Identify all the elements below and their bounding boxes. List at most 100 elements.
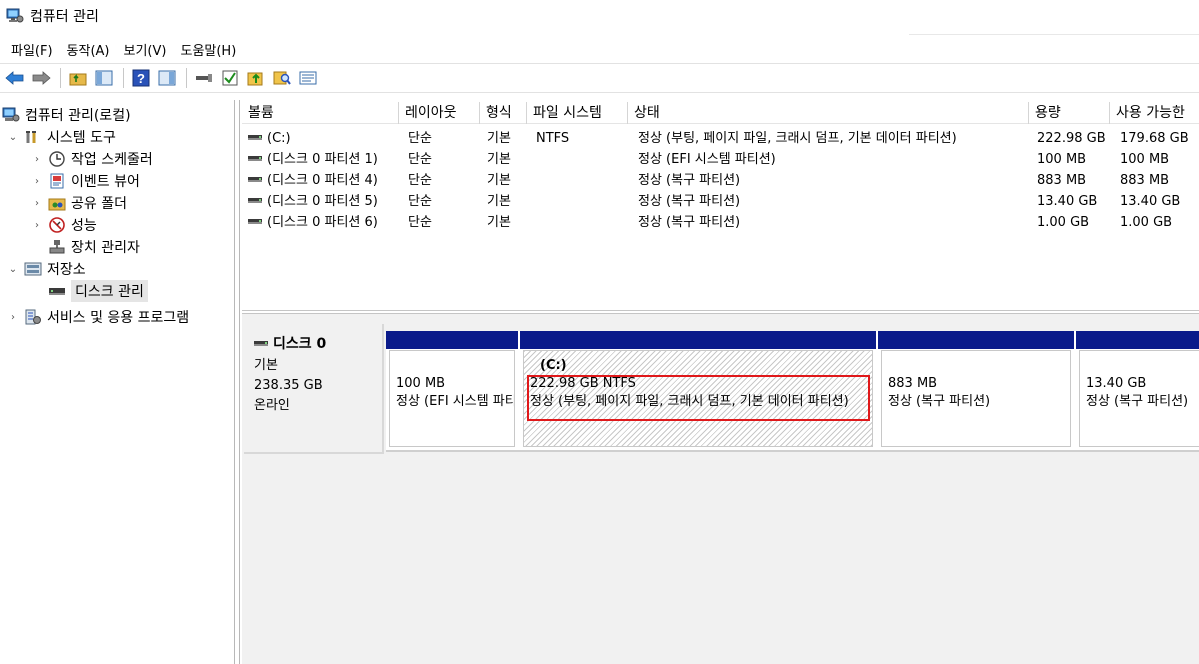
- table-row[interactable]: (디스크 0 파티션 4) 단순 기본 정상 (복구 파티션) 883 MB 8…: [242, 170, 1199, 191]
- type-cell: 기본: [487, 131, 511, 146]
- search-icon[interactable]: [271, 67, 293, 89]
- volume-icon: [248, 135, 262, 140]
- menu-divider: [909, 34, 1199, 35]
- capacity-cell: 1.00 GB: [1037, 215, 1090, 230]
- tree-label: 저장소: [47, 262, 86, 278]
- menu-action[interactable]: 동작(A): [60, 40, 117, 59]
- toolbar-separator: [60, 68, 61, 88]
- tree-item-task-scheduler[interactable]: › 작업 스케줄러: [30, 148, 153, 170]
- tree-item-device-manager[interactable]: 장치 관리자: [44, 236, 140, 258]
- up-folder-icon[interactable]: [67, 67, 89, 89]
- layout-cell: 단순: [408, 152, 432, 167]
- tree-label: 컴퓨터 관리(로컬): [25, 108, 131, 124]
- capacity-cell: 222.98 GB: [1037, 131, 1106, 146]
- chevron-right-icon[interactable]: ›: [30, 176, 44, 187]
- tree-item-disk-management[interactable]: 디스크 관리: [44, 280, 148, 302]
- tree-item-performance[interactable]: › 성능: [30, 214, 97, 236]
- free-space-cell: 179.68 GB: [1120, 131, 1189, 146]
- chevron-down-icon[interactable]: ⌄: [6, 132, 20, 143]
- volume-cell: (디스크 0 파티션 4): [248, 170, 378, 191]
- performance-icon: [48, 217, 66, 233]
- partition-name: (C:): [540, 358, 567, 373]
- tree-label: 성능: [71, 218, 97, 234]
- tree-item-computer-management[interactable]: 컴퓨터 관리(로컬): [2, 104, 131, 126]
- partition-efi[interactable]: 100 MB 정상 (EFI 시스템 파티션): [386, 331, 518, 452]
- forward-arrow-icon[interactable]: [30, 67, 52, 89]
- pane-splitter[interactable]: [234, 100, 240, 664]
- column-header-free-space[interactable]: 사용 가능한: [1110, 102, 1199, 124]
- partition-recovery-2[interactable]: 13.40 GB 정상 (복구 파티션): [1076, 331, 1199, 452]
- column-header-capacity[interactable]: 용량: [1029, 102, 1110, 124]
- shared-folder-icon: [48, 195, 66, 211]
- partition-status: 정상 (복구 파티션): [1086, 394, 1189, 409]
- chevron-down-icon[interactable]: ⌄: [6, 264, 20, 275]
- properties-icon[interactable]: [297, 67, 319, 89]
- title-bar: 컴퓨터 관리: [0, 0, 1199, 32]
- volume-icon: [248, 219, 262, 224]
- partition-body: 100 MB 정상 (EFI 시스템 파티션): [389, 350, 515, 447]
- table-row[interactable]: (디스크 0 파티션 1) 단순 기본 정상 (EFI 시스템 파티션) 100…: [242, 149, 1199, 170]
- column-header-file-system[interactable]: 파일 시스템: [527, 102, 628, 124]
- capacity-cell: 100 MB: [1037, 152, 1087, 167]
- show-hide-console-tree-icon[interactable]: [93, 67, 115, 89]
- chevron-right-icon[interactable]: ›: [30, 220, 44, 231]
- partition-size: 100 MB: [396, 376, 446, 391]
- column-header-layout[interactable]: 레이아웃: [399, 102, 480, 124]
- tree-item-storage[interactable]: ⌄ 저장소: [6, 258, 86, 280]
- up-arrow-icon[interactable]: [245, 67, 267, 89]
- tree-item-services-apps[interactable]: › 서비스 및 응용 프로그램: [6, 306, 189, 328]
- chevron-right-icon[interactable]: ›: [30, 154, 44, 165]
- chevron-right-icon[interactable]: ›: [30, 198, 44, 209]
- check-icon[interactable]: [219, 67, 241, 89]
- menu-file[interactable]: 파일(F): [4, 40, 60, 59]
- partition-header-bar: [520, 331, 876, 349]
- layout-cell: 단순: [408, 131, 432, 146]
- partition-header-bar: [878, 331, 1074, 349]
- column-header-type[interactable]: 형식: [480, 102, 527, 124]
- svg-text:?: ?: [137, 71, 145, 86]
- tree-label: 장치 관리자: [71, 240, 140, 256]
- tree-label: 시스템 도구: [47, 130, 116, 146]
- menu-help[interactable]: 도움말(H): [173, 40, 243, 59]
- computer-management-icon: [2, 107, 20, 123]
- menu-view[interactable]: 보기(V): [117, 40, 174, 59]
- column-header-status[interactable]: 상태: [628, 102, 1029, 124]
- disk-graph-view: 디스크 0 기본 238.35 GB 온라인 100 MB 정상 (EFI 시스…: [242, 314, 1199, 664]
- status-cell: 정상 (복구 파티션): [638, 215, 741, 230]
- type-cell: 기본: [487, 173, 511, 188]
- storage-icon: [24, 261, 42, 277]
- partition-status: 정상 (복구 파티션): [888, 394, 991, 409]
- tree-item-system-tools[interactable]: ⌄ 시스템 도구: [6, 126, 116, 148]
- table-row[interactable]: (디스크 0 파티션 5) 단순 기본 정상 (복구 파티션) 13.40 GB…: [242, 191, 1199, 212]
- partition-recovery-1[interactable]: 883 MB 정상 (복구 파티션): [878, 331, 1074, 452]
- device-manager-icon: [48, 239, 66, 255]
- disk-management-icon: [48, 283, 66, 299]
- column-header-volume[interactable]: 볼륨: [242, 102, 399, 124]
- tree-item-shared-folders[interactable]: › 공유 폴더: [30, 192, 127, 214]
- partition-body: 13.40 GB 정상 (복구 파티션): [1079, 350, 1199, 447]
- tree-item-event-viewer[interactable]: › 이벤트 뷰어: [30, 170, 140, 192]
- connect-icon[interactable]: [193, 67, 215, 89]
- capacity-cell: 13.40 GB: [1037, 194, 1098, 209]
- disk-status: 온라인: [254, 398, 290, 413]
- type-cell: 기본: [487, 215, 511, 230]
- show-hide-action-pane-icon[interactable]: [156, 67, 178, 89]
- chevron-right-icon[interactable]: ›: [6, 312, 20, 323]
- disk-management-view: 볼륨 레이아웃 형식 파일 시스템 상태 용량 사용 가능한 (C:) 단순 기…: [242, 100, 1199, 664]
- disk-name: 디스크 0: [254, 334, 372, 354]
- disk-0-label[interactable]: 디스크 0 기본 238.35 GB 온라인: [244, 324, 384, 454]
- layout-cell: 단순: [408, 215, 432, 230]
- type-cell: 기본: [487, 152, 511, 167]
- volume-icon: [248, 198, 262, 203]
- help-icon[interactable]: ?: [130, 67, 152, 89]
- partition-size: 13.40 GB: [1086, 376, 1147, 391]
- toolbar: ?: [0, 63, 1199, 93]
- table-row[interactable]: (디스크 0 파티션 6) 단순 기본 정상 (복구 파티션) 1.00 GB …: [242, 212, 1199, 233]
- partition-header-bar: [386, 331, 518, 349]
- free-space-cell: 1.00 GB: [1120, 215, 1173, 230]
- volume-cell: (디스크 0 파티션 5): [248, 191, 378, 212]
- window-title: 컴퓨터 관리: [30, 9, 99, 25]
- table-row[interactable]: (C:) 단순 기본 NTFS 정상 (부팅, 페이지 파일, 크래시 덤프, …: [242, 128, 1199, 149]
- free-space-cell: 100 MB: [1120, 152, 1170, 167]
- back-arrow-icon[interactable]: [4, 67, 26, 89]
